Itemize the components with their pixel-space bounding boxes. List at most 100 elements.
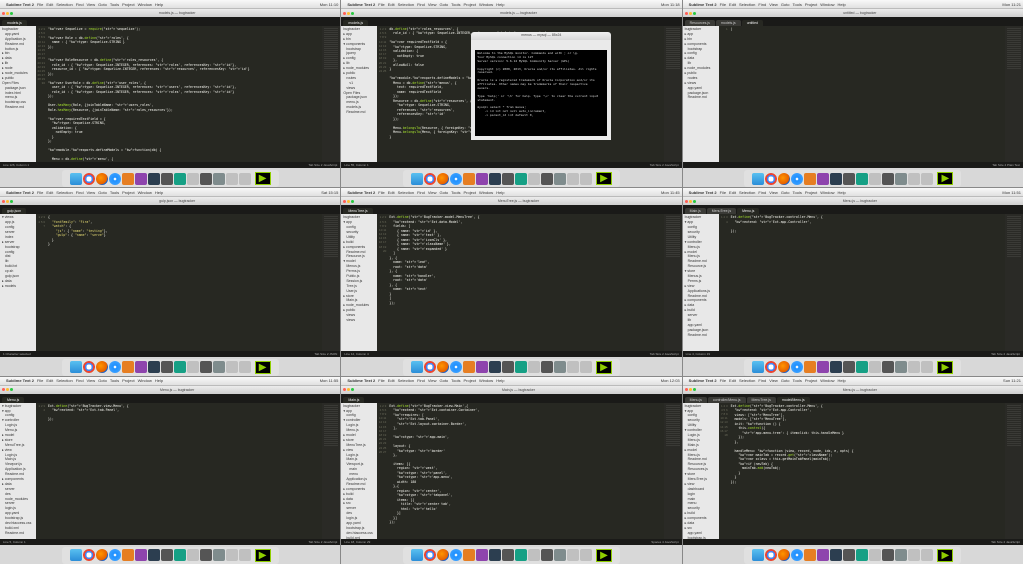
dock-finder-icon[interactable] (411, 173, 423, 185)
menu-find[interactable]: Find (417, 190, 425, 195)
dock-gen6-icon[interactable] (580, 173, 592, 185)
minimize-icon[interactable] (347, 200, 350, 203)
dock-gen4-icon[interactable] (804, 173, 816, 185)
menu-goto[interactable]: Goto (781, 190, 790, 195)
menu-view[interactable]: View (87, 190, 96, 195)
menu-find[interactable]: Find (76, 2, 84, 7)
menu-window[interactable]: Window (479, 378, 493, 383)
dock-gen7-icon[interactable] (213, 549, 225, 561)
dock-gen7-icon[interactable] (554, 549, 566, 561)
menu-tools[interactable]: Tools (451, 190, 460, 195)
dock-gen5-icon[interactable] (174, 173, 186, 185)
menu-project[interactable]: Project (122, 2, 134, 7)
play-button[interactable]: ▶ (937, 549, 953, 562)
menu-help[interactable]: Help (155, 2, 163, 7)
close-icon[interactable] (343, 200, 346, 203)
dock-safari-icon[interactable] (791, 549, 803, 561)
dock-gen3-icon[interactable] (882, 361, 894, 373)
app-menu[interactable]: Sublime Text 2 (6, 190, 34, 195)
menu-project[interactable]: Project (122, 378, 134, 383)
menu-project[interactable]: Project (464, 190, 476, 195)
minimap[interactable] (1005, 403, 1023, 539)
status-clock[interactable]: Mon 11:18 (661, 2, 680, 7)
dock-gen1-icon[interactable] (817, 173, 829, 185)
menu-tools[interactable]: Tools (792, 378, 801, 383)
maximize-icon[interactable] (351, 12, 354, 15)
menu-tools[interactable]: Tools (792, 2, 801, 7)
status-clock[interactable]: Mon 11:10 (320, 2, 339, 7)
dock-gen7-icon[interactable] (895, 549, 907, 561)
dock-gen2-icon[interactable] (489, 549, 501, 561)
dock-chrome-icon[interactable] (765, 549, 777, 561)
file-sidebar[interactable]: ▾ bugtracker▾ appconfig▾ controllerLogin… (0, 403, 36, 539)
menu-window[interactable]: Window (479, 2, 493, 7)
sidebar-item[interactable]: Readme.md (1, 105, 35, 110)
status-right[interactable]: Tab Size 2 JavaScript (650, 352, 679, 356)
close-icon[interactable] (2, 200, 5, 203)
menu-selection[interactable]: Selection (739, 190, 755, 195)
menu-tools[interactable]: Tools (110, 378, 119, 383)
menu-window[interactable]: Window (138, 378, 152, 383)
menu-view[interactable]: View (87, 2, 96, 7)
minimize-icon[interactable] (347, 12, 350, 15)
app-menu[interactable]: Sublime Text 2 (689, 378, 717, 383)
menu-selection[interactable]: Selection (56, 190, 72, 195)
maximize-icon[interactable] (10, 388, 13, 391)
maximize-icon[interactable] (693, 388, 696, 391)
status-right[interactable]: Tab Size 2 JSON (314, 352, 337, 356)
close-icon[interactable] (2, 12, 5, 15)
menu-goto[interactable]: Goto (439, 2, 448, 7)
close-icon[interactable] (685, 388, 688, 391)
menu-file[interactable]: File (378, 2, 384, 7)
status-right[interactable]: Tab Size 4 Plain Text (992, 163, 1020, 167)
sidebar-item[interactable]: ▸ models (1, 284, 35, 289)
dock-gen4-icon[interactable] (463, 173, 475, 185)
app-menu[interactable]: Sublime Text 2 (347, 2, 375, 7)
dock-gen3-icon[interactable] (502, 173, 514, 185)
menu-file[interactable]: File (720, 190, 726, 195)
menu-find[interactable]: Find (758, 378, 766, 383)
menu-selection[interactable]: Selection (56, 378, 72, 383)
dock-gen2-icon[interactable] (489, 361, 501, 373)
file-sidebar[interactable]: bugtrackerapp.yamlApplication.jsReadme.m… (0, 26, 36, 162)
menu-help[interactable]: Help (838, 378, 846, 383)
dock-gen3-icon[interactable] (541, 361, 553, 373)
dock-gen1-icon[interactable] (135, 361, 147, 373)
dock-firefox-icon[interactable] (437, 549, 449, 561)
dock-gen6-icon[interactable] (567, 549, 579, 561)
play-button[interactable]: ▶ (596, 361, 612, 374)
dock-gen3-icon[interactable] (161, 173, 173, 185)
code-area[interactable]: "kw">var Sequelize = require("str">'sequ… (46, 26, 322, 162)
maximize-icon[interactable] (351, 388, 354, 391)
file-sidebar[interactable]: bugtracker▾ appconfig▾ controllerLogin.j… (341, 403, 377, 539)
menu-tools[interactable]: Tools (110, 2, 119, 7)
dock-firefox-icon[interactable] (96, 173, 108, 185)
menu-tools[interactable]: Tools (451, 378, 460, 383)
menu-window[interactable]: Window (479, 190, 493, 195)
menu-goto[interactable]: Goto (781, 378, 790, 383)
dock-gen3-icon[interactable] (200, 361, 212, 373)
menu-window[interactable]: Window (820, 378, 834, 383)
dock-gen4-icon[interactable] (804, 549, 816, 561)
dock-safari-icon[interactable] (450, 549, 462, 561)
maximize-icon[interactable] (351, 200, 354, 203)
menu-window[interactable]: Window (138, 190, 152, 195)
minimize-icon[interactable] (689, 200, 692, 203)
status-right[interactable]: Spaces 4 JavaScript (651, 540, 678, 544)
dock-finder-icon[interactable] (70, 549, 82, 561)
dock-gen7-icon[interactable] (895, 361, 907, 373)
dock-gen6-icon[interactable] (528, 549, 540, 561)
menu-help[interactable]: Help (496, 378, 504, 383)
dock-gen1-icon[interactable] (817, 361, 829, 373)
app-menu[interactable]: Sublime Text 2 (347, 190, 375, 195)
dock-gen4-icon[interactable] (122, 361, 134, 373)
dock-gen2-icon[interactable] (830, 549, 842, 561)
dock-gen6-icon[interactable] (921, 173, 933, 185)
code-area[interactable]: Ext.define("str">'BugTracker.controller.… (729, 403, 1005, 539)
play-button[interactable]: ▶ (596, 172, 612, 185)
dock-gen3-icon[interactable] (502, 549, 514, 561)
dock-gen3-icon[interactable] (200, 173, 212, 185)
menu-goto[interactable]: Goto (98, 190, 107, 195)
terminal-window[interactable]: Welcome to the MySQL monitor. Commands e… (471, 40, 611, 140)
dock-finder-icon[interactable] (752, 173, 764, 185)
